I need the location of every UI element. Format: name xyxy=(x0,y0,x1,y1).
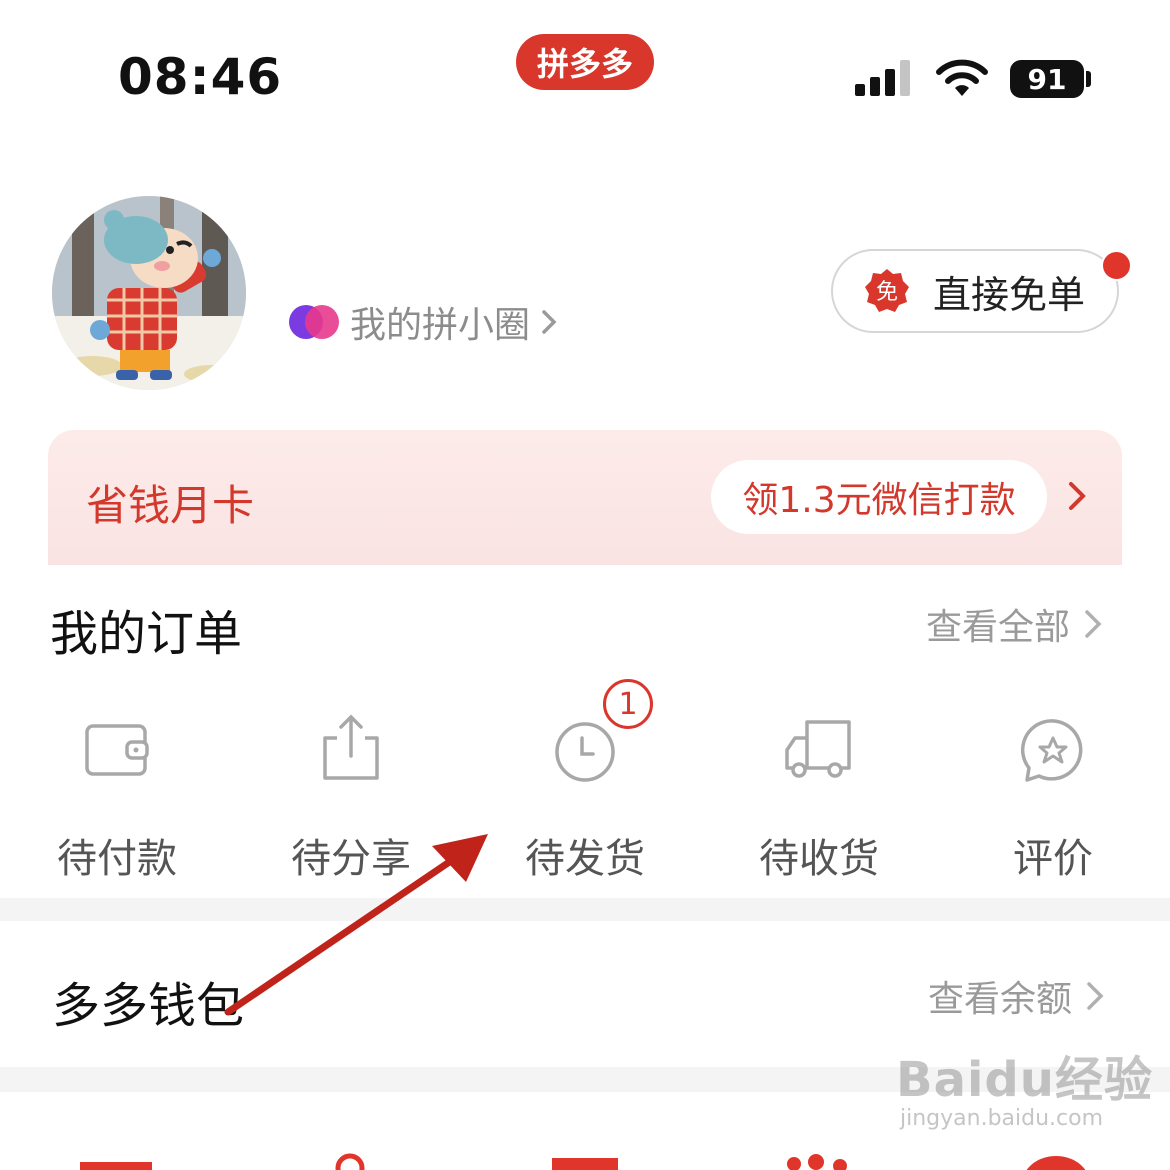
watermark-main: Baidu经验 xyxy=(896,1052,1153,1108)
annotation-arrow xyxy=(224,834,488,1016)
watermark: Baidu经验 jingyan.baidu.com xyxy=(896,1040,1153,1131)
